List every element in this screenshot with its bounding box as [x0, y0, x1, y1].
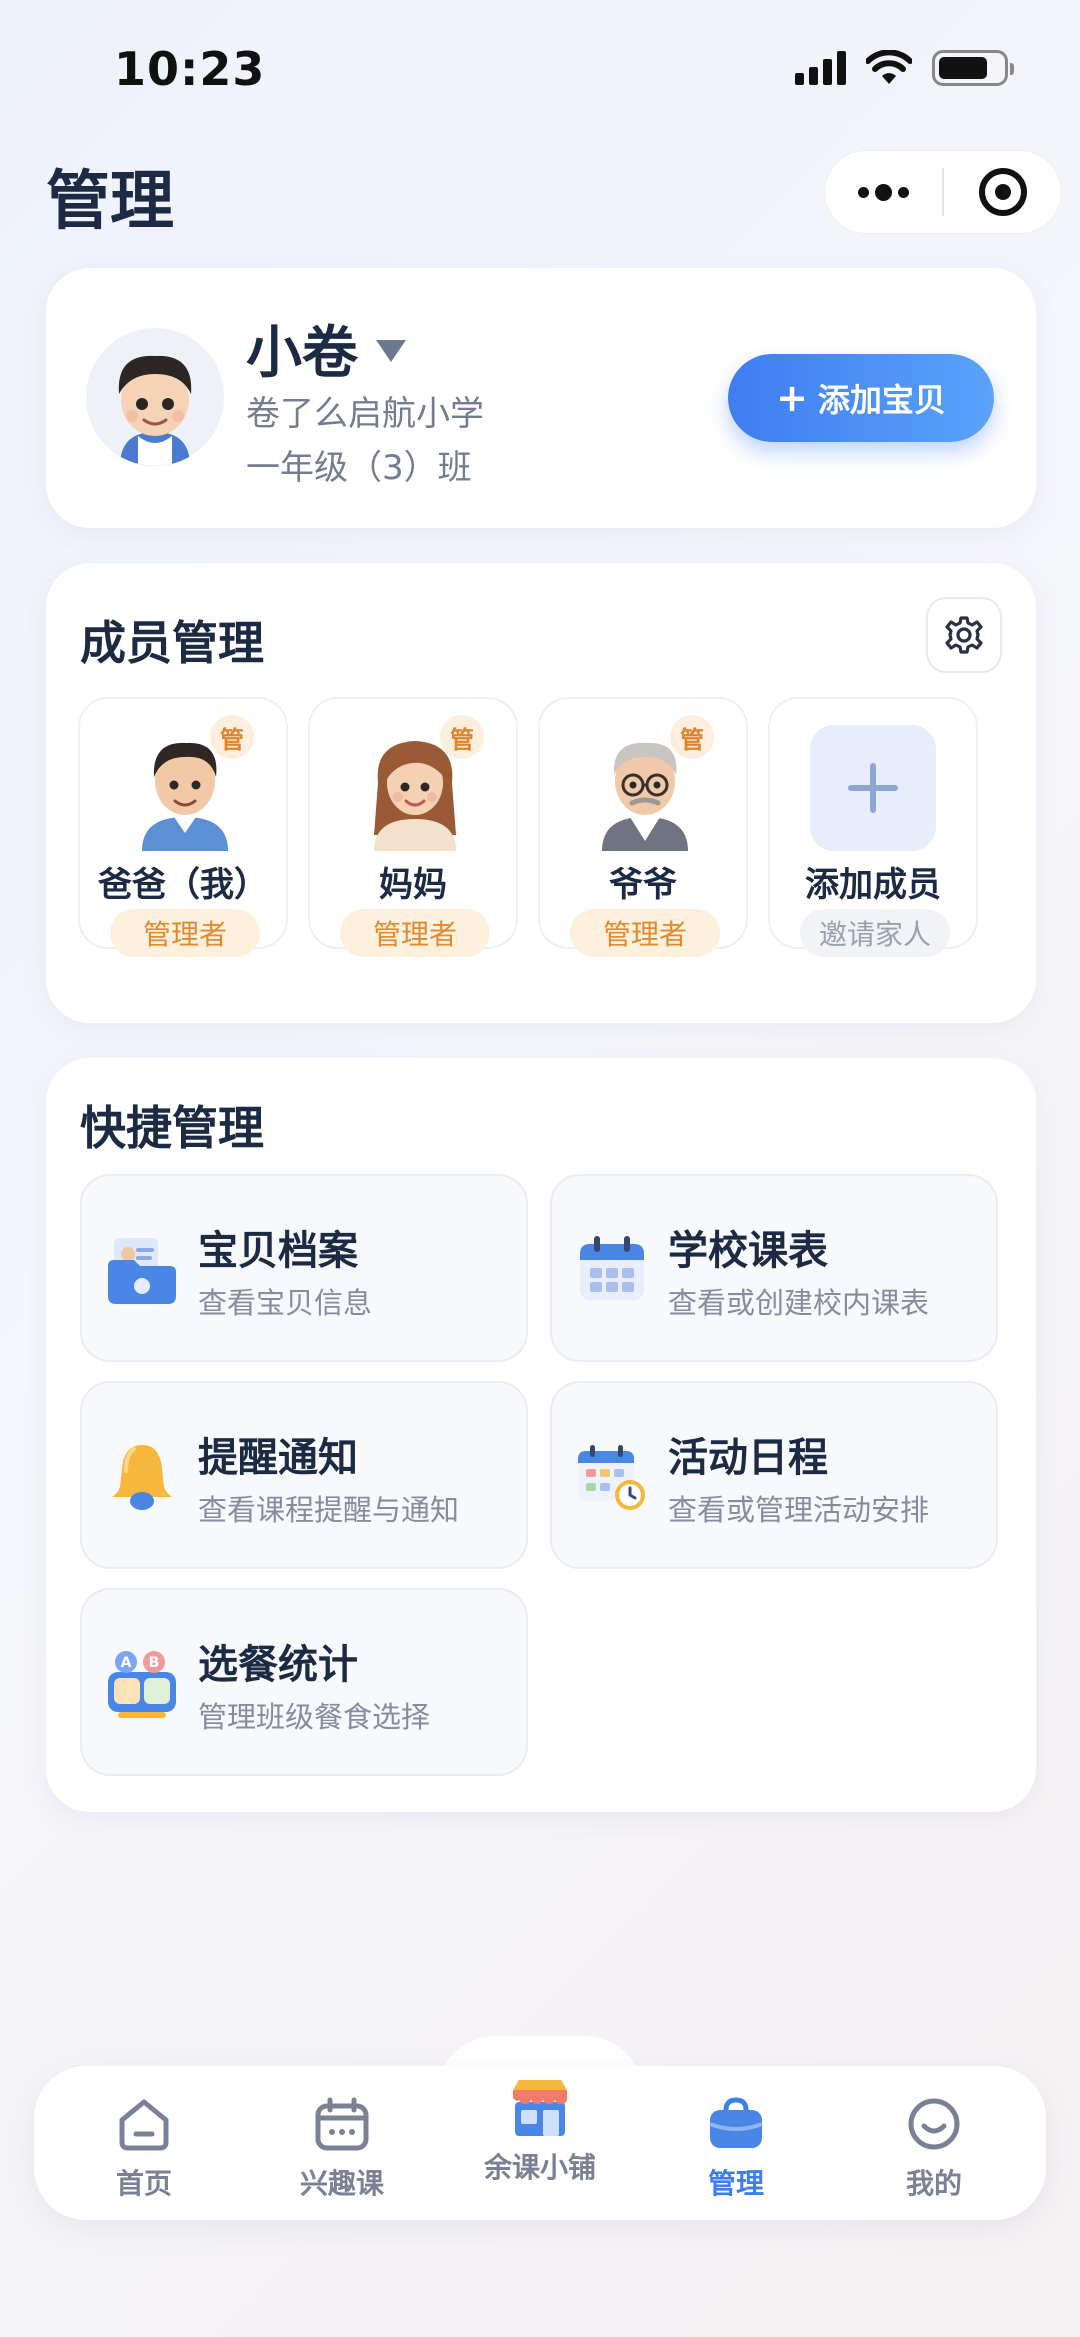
- gear-icon: [945, 616, 983, 654]
- child-avatar: [86, 328, 224, 466]
- class-name: 一年级（3）班: [246, 448, 472, 488]
- member-role: 管理者: [110, 909, 260, 957]
- shop-icon: [513, 2080, 567, 2136]
- calendar-icon: [580, 1236, 644, 1300]
- tile-title: 学校课表: [668, 1228, 828, 1274]
- tile-title: 提醒通知: [198, 1435, 358, 1481]
- tab-mine[interactable]: 我的: [864, 2096, 1004, 2206]
- add-child-button[interactable]: + 添加宝贝: [728, 354, 994, 442]
- quick-item-baby-profile[interactable]: 宝贝档案 查看宝贝信息: [80, 1174, 528, 1362]
- mini-program-capsule: [824, 150, 1062, 234]
- member-role: 管理者: [570, 909, 720, 957]
- svg-text:B: B: [149, 1655, 160, 1671]
- tile-desc: 查看或管理活动安排: [668, 1493, 930, 1527]
- more-icon[interactable]: [825, 151, 942, 233]
- plus-icon: +: [776, 376, 808, 420]
- add-member-label: 添加成员: [805, 865, 941, 905]
- battery-icon: [932, 50, 1014, 86]
- tile-title: 活动日程: [668, 1435, 828, 1481]
- meal-box-icon: A B: [108, 1651, 176, 1718]
- member-role: 管理者: [340, 909, 490, 957]
- add-member-card[interactable]: 添加成员 邀请家人: [768, 697, 978, 957]
- members-title: 成员管理: [80, 616, 264, 670]
- tile-desc: 查看宝贝信息: [198, 1286, 373, 1320]
- smile-icon: [908, 2098, 960, 2150]
- close-target-icon[interactable]: [944, 151, 1061, 233]
- calendar-icon: [315, 2097, 369, 2151]
- admin-badge: 管: [670, 715, 714, 759]
- school-name: 卷了么启航小学: [246, 394, 484, 434]
- svg-text:A: A: [121, 1655, 132, 1671]
- tab-label: 首页: [115, 2167, 172, 2200]
- quick-card: 快捷管理 宝贝档案 查看宝贝信息 学校课表 查看或创建校内课表 提醒通知 查看课…: [46, 1058, 1036, 1812]
- tile-desc: 管理班级餐食选择: [198, 1700, 431, 1734]
- admin-badge: 管: [440, 715, 484, 759]
- tab-label: 余课小铺: [483, 2151, 596, 2184]
- member-name: 爸爸（我）: [98, 865, 268, 905]
- member-name: 妈妈: [379, 865, 447, 905]
- caret-down-icon: [376, 339, 406, 362]
- home-icon: [119, 2099, 169, 2151]
- child-switcher[interactable]: 小卷: [246, 308, 406, 389]
- quick-item-meal-stats[interactable]: A B 选餐统计 管理班级餐食选择: [80, 1588, 528, 1776]
- tab-home[interactable]: 首页: [74, 2096, 214, 2206]
- add-member-plus-icon: [810, 725, 936, 851]
- status-bar: 10:23: [0, 0, 1080, 140]
- bell-icon: [112, 1445, 172, 1510]
- wifi-icon: [866, 50, 912, 84]
- tab-shop[interactable]: 余课小铺: [436, 2076, 644, 2186]
- tab-label: 我的: [905, 2167, 962, 2200]
- member-card-mom[interactable]: 管 妈妈 管理者: [308, 697, 518, 957]
- member-card-dad[interactable]: 管 爸爸（我） 管理者: [78, 697, 288, 957]
- page-title: 管理: [46, 165, 174, 239]
- signal-icon: [795, 51, 846, 85]
- admin-badge: 管: [210, 715, 254, 759]
- member-card-grandpa[interactable]: 管 爷爷 管理者: [538, 697, 748, 957]
- child-name: 小卷: [246, 321, 358, 386]
- invite-family-label: 邀请家人: [800, 909, 950, 957]
- tab-label: 管理: [707, 2167, 764, 2200]
- profile-folder-icon: [108, 1238, 176, 1304]
- member-settings-button[interactable]: [926, 597, 1002, 673]
- tile-desc: 查看课程提醒与通知: [198, 1493, 460, 1527]
- child-card: 小卷 卷了么启航小学 一年级（3）班 + 添加宝贝: [46, 268, 1036, 528]
- tab-label: 兴趣课: [299, 2167, 384, 2200]
- status-icons: [795, 50, 1014, 86]
- tab-manage[interactable]: 管理: [666, 2096, 806, 2206]
- member-name: 爷爷: [609, 865, 677, 905]
- tile-title: 宝贝档案: [198, 1228, 358, 1274]
- tile-title: 选餐统计: [198, 1642, 358, 1688]
- tile-desc: 查看或创建校内课表: [668, 1286, 930, 1320]
- quick-item-reminders[interactable]: 提醒通知 查看课程提醒与通知: [80, 1381, 528, 1569]
- status-time: 10:23: [114, 42, 266, 96]
- tab-interest-classes[interactable]: 兴趣课: [272, 2096, 412, 2206]
- quick-item-activity-schedule[interactable]: 活动日程 查看或管理活动安排: [550, 1381, 998, 1569]
- bag-icon: [709, 2097, 763, 2148]
- quick-title: 快捷管理: [80, 1101, 264, 1155]
- quick-item-school-timetable[interactable]: 学校课表 查看或创建校内课表: [550, 1174, 998, 1362]
- schedule-clock-icon: [578, 1445, 645, 1510]
- members-card: 成员管理 管 爸爸（我） 管理者 管 妈妈 管理者 管 爷爷 管理者 添加成员 …: [46, 563, 1036, 1023]
- add-child-label: 添加宝贝: [817, 381, 946, 419]
